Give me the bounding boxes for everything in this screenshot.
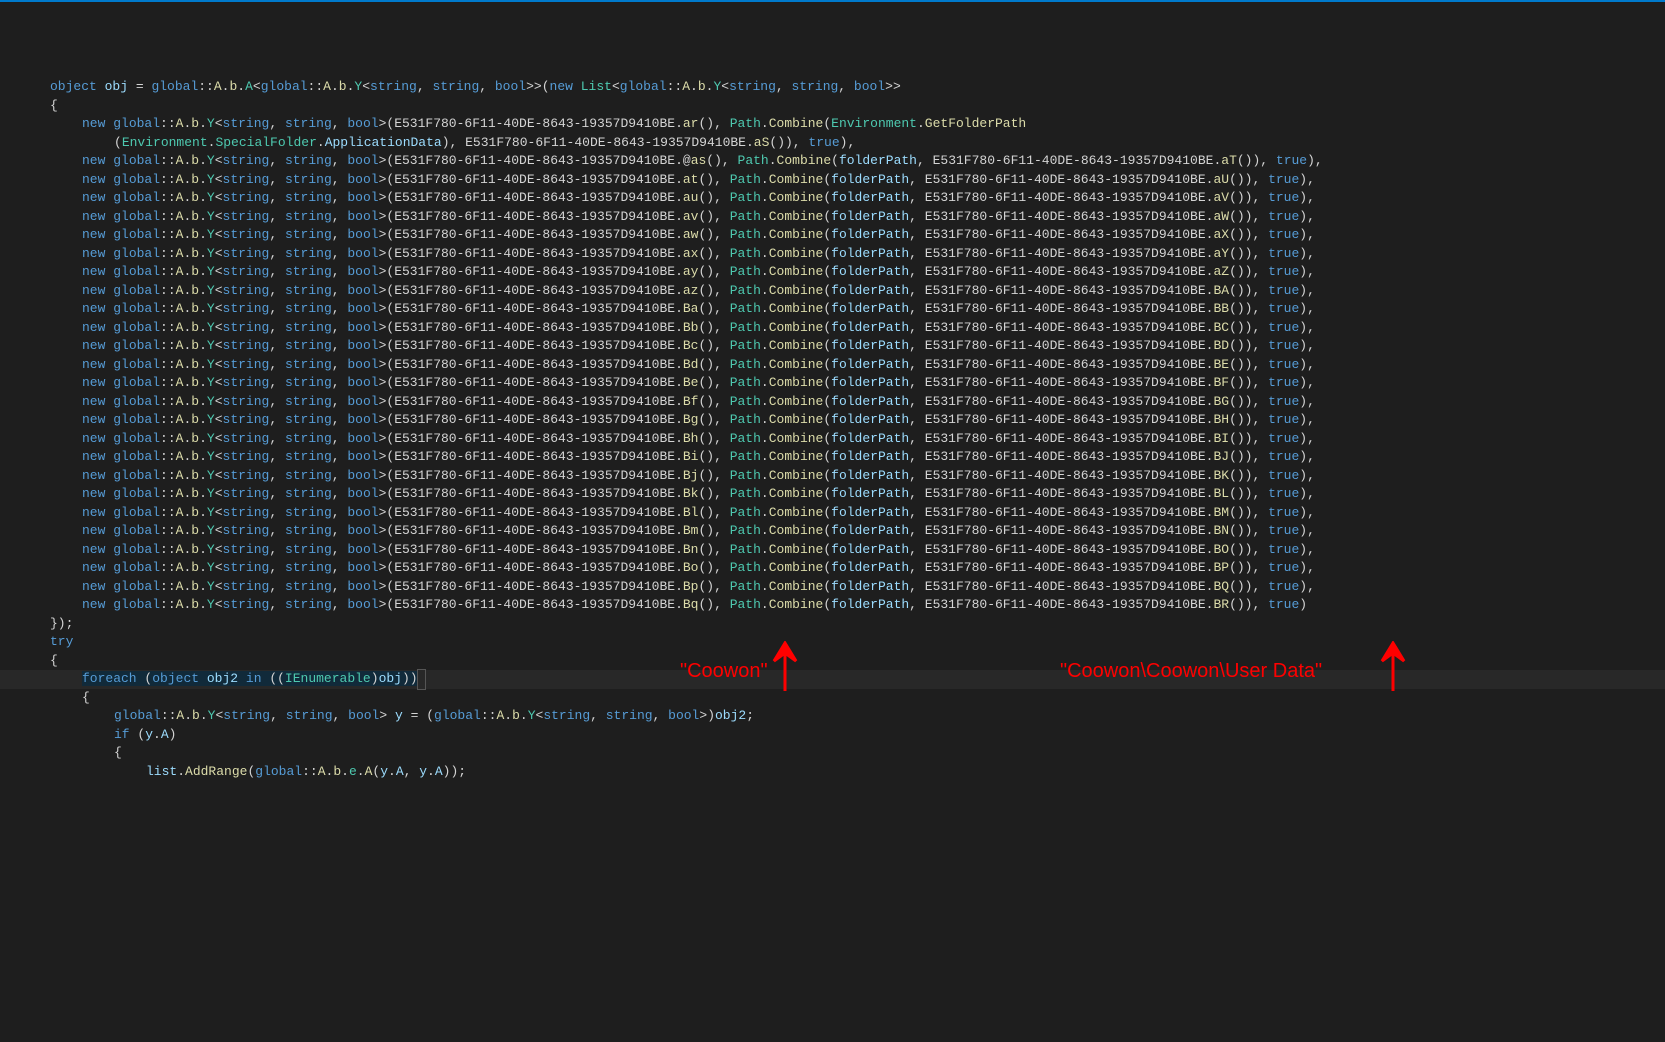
code-line: new global::A.b.Y<string, string, bool>(… xyxy=(0,356,1665,375)
code-line: }); xyxy=(0,615,1665,634)
code-line: new global::A.b.Y<string, string, bool>(… xyxy=(0,263,1665,282)
code-line: new global::A.b.Y<string, string, bool>(… xyxy=(0,226,1665,245)
code-line: { xyxy=(0,652,1665,671)
code-line: try xyxy=(0,633,1665,652)
code-line: new global::A.b.Y<string, string, bool>(… xyxy=(0,208,1665,227)
code-line-cursor: foreach (object obj2 in ((IEnumerable)ob… xyxy=(0,670,1665,689)
code-line: new global::A.b.Y<string, string, bool>(… xyxy=(0,430,1665,449)
code-line: new global::A.b.Y<string, string, bool>(… xyxy=(0,411,1665,430)
code-editor[interactable]: object obj = global::A.b.A<global::A.b.Y… xyxy=(0,78,1665,781)
code-line: new global::A.b.Y<string, string, bool>(… xyxy=(0,504,1665,523)
code-line: new global::A.b.Y<string, string, bool>(… xyxy=(0,300,1665,319)
code-line: new global::A.b.Y<string, string, bool>(… xyxy=(0,245,1665,264)
code-line: new global::A.b.Y<string, string, bool>(… xyxy=(0,578,1665,597)
code-line: new global::A.b.Y<string, string, bool>(… xyxy=(0,115,1665,134)
code-line: new global::A.b.Y<string, string, bool>(… xyxy=(0,374,1665,393)
code-line: if (y.A) xyxy=(0,726,1665,745)
code-line: { xyxy=(0,744,1665,763)
code-line: new global::A.b.Y<string, string, bool>(… xyxy=(0,485,1665,504)
code-line: new global::A.b.Y<string, string, bool>(… xyxy=(0,152,1665,171)
code-line: (Environment.SpecialFolder.ApplicationDa… xyxy=(0,134,1665,153)
code-line: new global::A.b.Y<string, string, bool>(… xyxy=(0,559,1665,578)
code-line: new global::A.b.Y<string, string, bool>(… xyxy=(0,282,1665,301)
code-line: new global::A.b.Y<string, string, bool>(… xyxy=(0,337,1665,356)
code-line: new global::A.b.Y<string, string, bool>(… xyxy=(0,171,1665,190)
code-line: new global::A.b.Y<string, string, bool>(… xyxy=(0,189,1665,208)
code-line: { xyxy=(0,689,1665,708)
code-line: object obj = global::A.b.A<global::A.b.Y… xyxy=(0,78,1665,97)
code-line: new global::A.b.Y<string, string, bool>(… xyxy=(0,467,1665,486)
code-line: { xyxy=(0,97,1665,116)
code-line: new global::A.b.Y<string, string, bool>(… xyxy=(0,596,1665,615)
code-line: new global::A.b.Y<string, string, bool>(… xyxy=(0,522,1665,541)
code-line: new global::A.b.Y<string, string, bool>(… xyxy=(0,319,1665,338)
code-line: list.AddRange(global::A.b.e.A(y.A, y.A))… xyxy=(0,763,1665,782)
code-line: global::A.b.Y<string, string, bool> y = … xyxy=(0,707,1665,726)
code-line: new global::A.b.Y<string, string, bool>(… xyxy=(0,393,1665,412)
code-line: new global::A.b.Y<string, string, bool>(… xyxy=(0,448,1665,467)
code-line: new global::A.b.Y<string, string, bool>(… xyxy=(0,541,1665,560)
